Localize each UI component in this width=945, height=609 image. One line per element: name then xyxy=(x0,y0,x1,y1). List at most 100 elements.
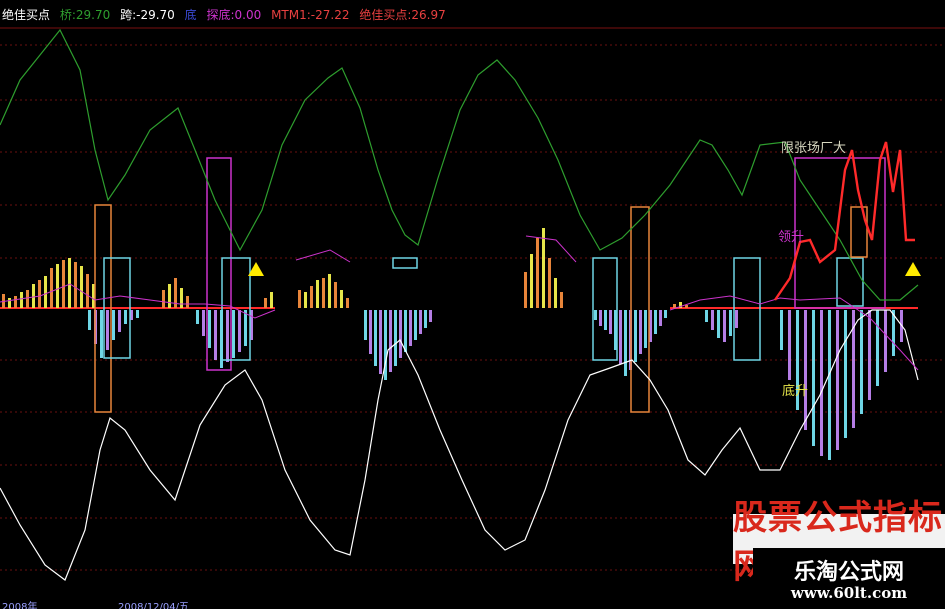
histogram-bar-down xyxy=(394,310,397,366)
histogram-bar-down xyxy=(624,310,627,376)
histogram-bar-down xyxy=(820,310,823,456)
histogram-bar-down xyxy=(868,310,871,400)
histogram-bar-down xyxy=(735,310,738,328)
histogram-bar-up xyxy=(14,296,17,308)
histogram-bar-down xyxy=(836,310,839,450)
histogram-bar-down xyxy=(424,310,427,328)
histogram-bar-down xyxy=(619,310,622,364)
mtm-line xyxy=(295,249,351,263)
histogram-bar-down xyxy=(389,310,392,372)
histogram-bar-down xyxy=(208,310,211,348)
histogram-bar-up xyxy=(62,260,65,308)
histogram-bar-up xyxy=(328,274,331,308)
histogram-bar-up xyxy=(44,276,47,308)
histogram-bar-down xyxy=(429,310,432,322)
histogram-bar-up xyxy=(180,288,183,308)
histogram-bar-up xyxy=(685,305,688,308)
annotation-top-right: 限张场厂大 xyxy=(781,141,847,156)
indicator-chart-window: 绝佳买点 桥:29.70 跨:-29.70 底 探底:0.00 MTM1:-27… xyxy=(0,0,945,609)
histogram-bar-down xyxy=(828,310,831,460)
legend-title: 绝佳买点 xyxy=(2,8,51,22)
time-axis-year: 2008年 xyxy=(2,602,38,609)
histogram-bar-down xyxy=(812,310,815,446)
histogram-bar-down xyxy=(788,310,791,380)
histogram-bar-down xyxy=(594,310,597,320)
histogram-bar-down xyxy=(609,310,612,334)
green-oscillator-line xyxy=(0,28,919,301)
best-buy-line xyxy=(774,141,915,301)
histogram-bar-up xyxy=(264,298,267,308)
histogram-bar-down xyxy=(106,310,109,350)
histogram-bar-down xyxy=(88,310,91,330)
histogram-bar-up xyxy=(38,280,41,308)
histogram-bar-down xyxy=(711,310,714,330)
histogram-bar-down xyxy=(659,310,662,326)
signal-box xyxy=(630,206,650,413)
histogram-bar-up xyxy=(340,290,343,308)
histogram-bar-down xyxy=(884,310,887,372)
time-axis-date: 2008/12/04/五 xyxy=(118,602,190,609)
buy-signal-triangle xyxy=(905,262,921,276)
histogram-bar-up xyxy=(536,238,539,308)
histogram-bar-down xyxy=(238,310,241,352)
histogram-bar-down xyxy=(118,310,121,332)
histogram-bar-down xyxy=(723,310,726,342)
histogram-bar-down xyxy=(202,310,205,336)
signal-box xyxy=(392,257,418,269)
histogram-bar-down xyxy=(729,310,732,336)
histogram-bar-up xyxy=(298,290,301,308)
histogram-bar-down xyxy=(717,310,720,338)
histogram-bar-up xyxy=(8,298,11,308)
histogram-bar-up xyxy=(270,292,273,308)
histogram-bar-down xyxy=(604,310,607,330)
histogram-bar-down xyxy=(244,310,247,346)
histogram-bar-down xyxy=(404,310,407,352)
histogram-bar-down xyxy=(124,310,127,324)
histogram-bar-down xyxy=(214,310,217,360)
histogram-bar-up xyxy=(554,278,557,308)
histogram-bar-up xyxy=(50,268,53,308)
histogram-bar-up xyxy=(530,254,533,308)
histogram-bar-down xyxy=(876,310,879,386)
histogram-bar-up xyxy=(542,228,545,308)
histogram-bar-down xyxy=(364,310,367,340)
histogram-bar-down xyxy=(399,310,402,358)
histogram-bar-down xyxy=(226,310,229,362)
histogram-bar-up xyxy=(560,292,563,308)
histogram-bar-down xyxy=(100,310,103,358)
histogram-bar-down xyxy=(634,310,637,362)
histogram-bar-down xyxy=(644,310,647,348)
histogram-bar-down xyxy=(844,310,847,438)
histogram-bar-up xyxy=(310,286,313,308)
annotation-rise: 底升 xyxy=(782,384,809,399)
indicator-legend: 绝佳买点 桥:29.70 跨:-29.70 底 探底:0.00 MTM1:-27… xyxy=(2,6,452,26)
histogram-bar-up xyxy=(524,272,527,308)
histogram-bar-down xyxy=(112,310,115,340)
histogram-bar-up xyxy=(80,266,83,308)
histogram-bar-up xyxy=(168,284,171,308)
histogram-bar-down xyxy=(414,310,417,340)
histogram-bar-up xyxy=(20,292,23,308)
histogram-bar-down xyxy=(409,310,412,346)
histogram-bar-up xyxy=(56,264,59,308)
histogram-bar-down xyxy=(419,310,422,334)
legend-best-buy: 绝佳买点:26.97 xyxy=(359,8,446,22)
histogram-bar-down xyxy=(780,310,783,350)
histogram-bar-down xyxy=(664,310,667,318)
histogram-bar-up xyxy=(186,296,189,308)
histogram-bar-down xyxy=(232,310,235,358)
histogram-bar-down xyxy=(705,310,708,322)
watermark-url: www.60lt.com xyxy=(790,584,908,602)
histogram-bar-down xyxy=(136,310,139,318)
legend-bottom: 底 xyxy=(184,8,197,22)
histogram-bar-down xyxy=(379,310,382,374)
histogram-bar-down xyxy=(196,310,199,324)
histogram-bar-up xyxy=(32,284,35,308)
histogram-bar-up xyxy=(304,292,307,308)
legend-probe-bottom: 探底:0.00 xyxy=(206,8,262,22)
histogram-bar-down xyxy=(804,310,807,430)
histogram-bar-up xyxy=(68,258,71,308)
histogram-bar-up xyxy=(334,282,337,308)
histogram-bar-down xyxy=(374,310,377,366)
legend-bridge: 桥:29.70 xyxy=(59,8,111,22)
